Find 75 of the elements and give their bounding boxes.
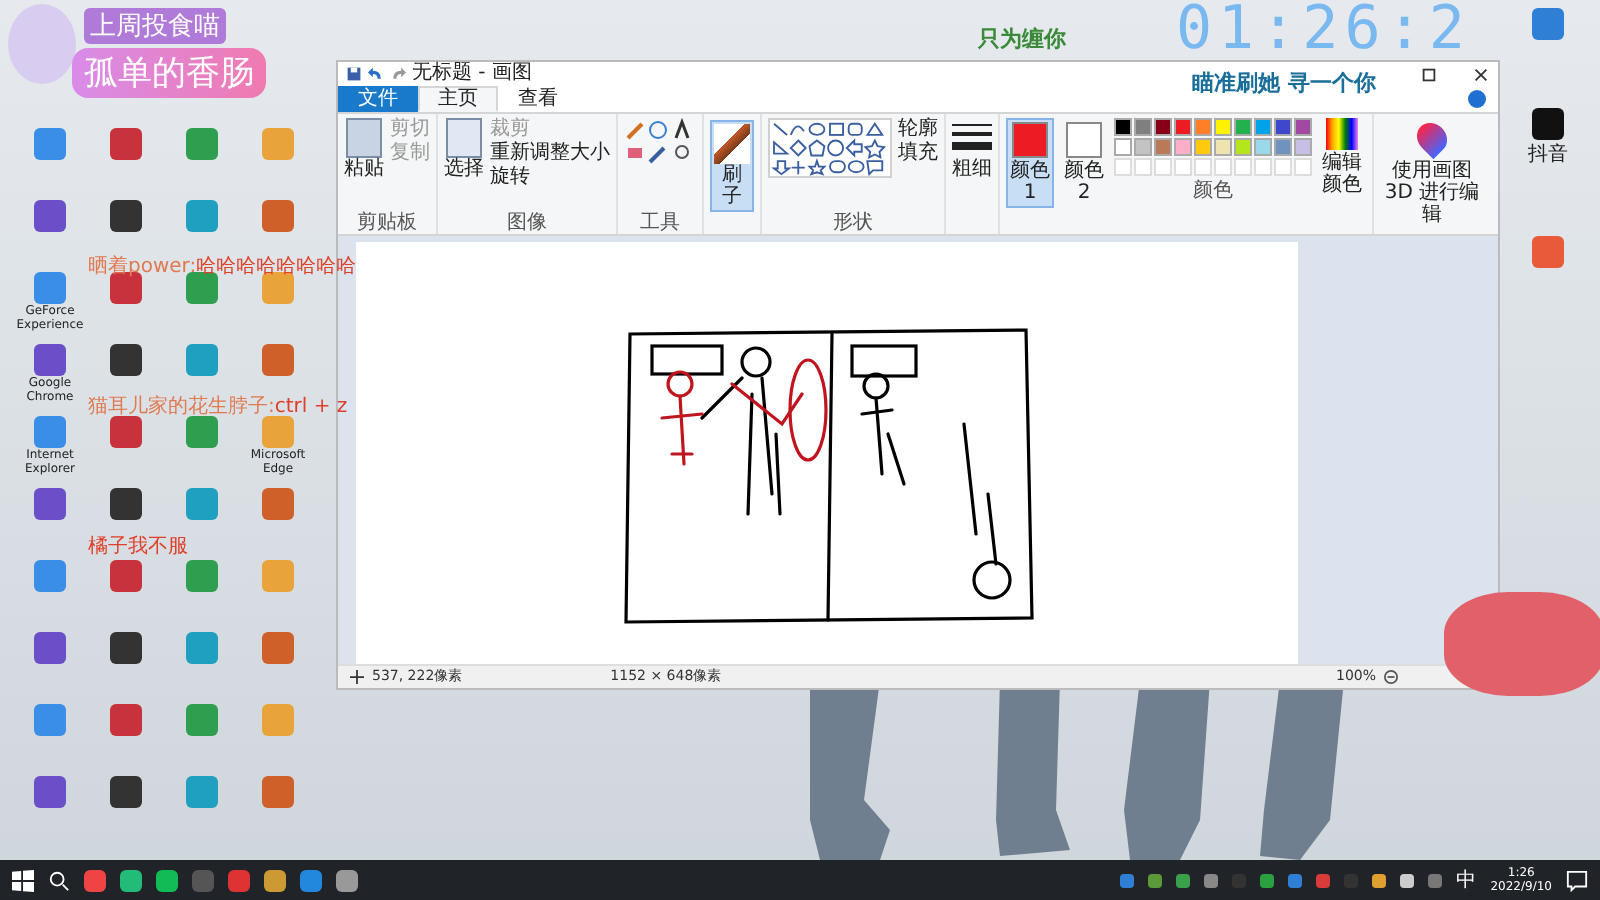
- icon-label[interactable]: 抖音: [1528, 140, 1568, 168]
- resize-button[interactable]: 重新调整大小: [490, 142, 610, 166]
- fill-button[interactable]: 填充: [898, 142, 938, 166]
- palette-swatch[interactable]: [1174, 138, 1192, 156]
- notification-icon[interactable]: [1566, 869, 1588, 891]
- size-button[interactable]: 粗细: [952, 118, 992, 180]
- ribbon-tab[interactable]: 查看: [498, 86, 578, 112]
- search-icon[interactable]: [48, 869, 70, 891]
- palette-swatch[interactable]: [1154, 138, 1172, 156]
- chat-message: 猫耳儿家的花生脖子:ctrl + z: [88, 393, 350, 420]
- shapes-gallery[interactable]: [768, 118, 892, 178]
- palette-swatch[interactable]: [1294, 118, 1312, 136]
- palette-swatch[interactable]: [1194, 118, 1212, 136]
- redo-icon[interactable]: [390, 66, 406, 82]
- app-icon[interactable]: [110, 632, 142, 664]
- wallpaper-text: 只为缠你: [978, 24, 1066, 54]
- app-icon[interactable]: [110, 776, 142, 808]
- paint-3d-button[interactable]: 使用画图 3D 进行编辑: [1380, 118, 1484, 226]
- palette-swatch[interactable]: [1234, 118, 1252, 136]
- taskbar-app-icon[interactable]: [84, 869, 106, 891]
- palette-swatch[interactable]: [1114, 138, 1132, 156]
- overlay-subtitle: 上周投食喵: [84, 8, 226, 44]
- drawing-canvas[interactable]: [356, 242, 1298, 664]
- rotate-button[interactable]: 旋转: [490, 166, 610, 190]
- app-icon[interactable]: [110, 344, 142, 376]
- clock-overlay: 01:26:2: [1176, 0, 1471, 60]
- taskbar-app-icon[interactable]: [264, 869, 286, 891]
- brushes-button[interactable]: 刷子: [710, 120, 754, 212]
- ribbon-tab[interactable]: 主页: [418, 86, 498, 112]
- palette-swatch[interactable]: [1194, 138, 1212, 156]
- palette-swatch[interactable]: [1234, 138, 1252, 156]
- palette-swatch[interactable]: [1134, 138, 1152, 156]
- overlay-title: 孤单的香肠: [72, 48, 266, 98]
- taskbar-app-icon[interactable]: [156, 869, 178, 891]
- group-label: 工具: [638, 212, 682, 234]
- palette-swatch[interactable]: [1254, 138, 1272, 156]
- overlay-caption: 瞄准刷她 寻一个你: [1192, 68, 1376, 98]
- palette-swatch[interactable]: [1174, 118, 1192, 136]
- character-placeholder: [8, 4, 76, 84]
- input-method-indicator[interactable]: 中: [1456, 866, 1477, 894]
- file-menu-button[interactable]: 文件: [338, 86, 418, 112]
- save-icon[interactable]: [346, 66, 362, 82]
- zoom-out-icon[interactable]: [1384, 670, 1398, 684]
- app-icon[interactable]: [110, 200, 142, 232]
- taskbar-app-icon[interactable]: [336, 869, 358, 891]
- color-button[interactable]: 颜色 1: [1006, 118, 1054, 208]
- undo-icon[interactable]: [368, 66, 384, 82]
- palette-swatch[interactable]: [1274, 138, 1292, 156]
- taskbar-app-icon[interactable]: [120, 869, 142, 891]
- palette-swatch[interactable]: [1294, 138, 1312, 156]
- palette-swatch[interactable]: [1214, 118, 1232, 136]
- close-icon[interactable]: [1472, 65, 1490, 83]
- palette-swatch[interactable]: [1214, 138, 1232, 156]
- palette-swatch[interactable]: [1254, 118, 1272, 136]
- edit-colors-button[interactable]: 编辑颜色: [1318, 118, 1366, 196]
- taskbar-app-icon[interactable]: [300, 869, 322, 891]
- crosshair-icon: [350, 670, 364, 684]
- outline-button[interactable]: 轮廓: [898, 118, 938, 142]
- palette-swatch[interactable]: [1134, 118, 1152, 136]
- chat-message: 橘子我不服: [88, 533, 190, 560]
- group-label: 颜色: [1191, 180, 1235, 202]
- palette-swatch[interactable]: [1114, 118, 1132, 136]
- group-label: 剪贴板: [355, 212, 419, 234]
- palette-swatch[interactable]: [1274, 118, 1292, 136]
- maximize-icon[interactable]: [1420, 65, 1438, 83]
- app-icon[interactable]: [110, 488, 142, 520]
- start-icon[interactable]: [12, 869, 34, 891]
- taskbar-app-icon[interactable]: [228, 869, 250, 891]
- help-icon[interactable]: [1468, 90, 1486, 108]
- window-title: 无标题 - 画图: [412, 62, 532, 86]
- color-button[interactable]: 颜色 2: [1060, 118, 1108, 208]
- palette-swatch[interactable]: [1154, 118, 1172, 136]
- group-label: 图像: [505, 212, 549, 234]
- app-icon[interactable]: [1532, 108, 1564, 140]
- group-label: 形状: [831, 212, 875, 234]
